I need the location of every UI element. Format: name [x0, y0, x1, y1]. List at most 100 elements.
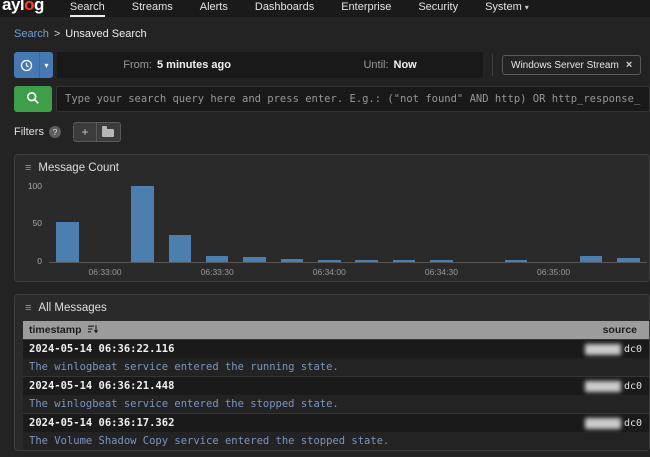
source-redacted-blur: [585, 418, 621, 429]
help-icon[interactable]: ?: [49, 126, 61, 138]
chart-bar-slot: [460, 185, 497, 262]
time-range-button[interactable]: ▾: [14, 52, 53, 78]
saved-filters-button[interactable]: [97, 122, 121, 142]
plus-icon: +: [81, 125, 88, 139]
chart-bar-slot: [161, 185, 198, 262]
chart-bar[interactable]: [393, 260, 415, 262]
chart-bar-slot: [423, 185, 460, 262]
panel-title: All Messages: [38, 302, 106, 314]
chart-bar-slot: [385, 185, 422, 262]
timestamp-cell: 2024-05-14 06:36:21.448: [23, 377, 585, 395]
chart-bar[interactable]: [243, 257, 265, 262]
close-icon[interactable]: ×: [626, 59, 632, 71]
panel-title: Message Count: [38, 162, 119, 174]
search-icon: [26, 91, 40, 108]
chart-bar[interactable]: [56, 222, 78, 262]
filter-buttons: +: [73, 122, 121, 142]
caret-down-icon: ▾: [525, 3, 529, 12]
chart-bar-slot: [610, 185, 647, 262]
from-value: 5 minutes ago: [157, 59, 231, 71]
stream-filter-label: Windows Server Stream: [511, 60, 619, 71]
source-value: dc0: [624, 344, 642, 355]
chart-bar-slot: [199, 185, 236, 262]
y-tick-label: 50: [33, 218, 42, 228]
all-messages-panel: ≡ All Messages timestamp source 2024-05-…: [14, 294, 650, 451]
nav-item-system-label: System: [485, 1, 522, 13]
chart-bar[interactable]: [355, 260, 377, 262]
all-messages-panel-header: ≡ All Messages: [15, 295, 649, 319]
search-button[interactable]: [14, 86, 52, 112]
drag-handle-icon[interactable]: ≡: [25, 302, 31, 314]
time-range-caret-button[interactable]: ▾: [39, 52, 53, 78]
table-row[interactable]: 2024-05-14 06:36:21.448 dc0 The winlogbe…: [23, 376, 649, 413]
table-row[interactable]: 2024-05-14 06:36:22.116 dc0 The winlogbe…: [23, 339, 649, 376]
chart-bar-slot: [572, 185, 609, 262]
until-value: Now: [394, 59, 417, 71]
from-label: From:: [123, 59, 152, 71]
chart-bar[interactable]: [169, 235, 191, 262]
breadcrumb-separator: >: [54, 28, 60, 40]
chart-bar[interactable]: [131, 186, 153, 262]
stream-filter-chip[interactable]: Windows Server Stream ×: [502, 55, 641, 75]
table-row[interactable]: 2024-05-14 06:36:17.362 dc0 The Volume S…: [23, 413, 649, 450]
nav-item-enterprise[interactable]: Enterprise: [341, 1, 391, 17]
nav-item-alerts[interactable]: Alerts: [200, 1, 228, 17]
chart-bar-slot: [498, 185, 535, 262]
source-redacted-blur: [585, 381, 621, 392]
chart-bar-slot: [124, 185, 161, 262]
nav-item-streams[interactable]: Streams: [132, 1, 173, 17]
chart-bar[interactable]: [580, 256, 602, 262]
chart-x-axis: 06:33:00 06:33:30 06:34:00 06:34:30 06:35:00: [49, 263, 647, 279]
chart-x-tick-label: 06:33:00: [89, 267, 122, 277]
timestamp-cell: 2024-05-14 06:36:17.362: [23, 414, 585, 432]
logo-text-suffix: g: [34, 0, 44, 14]
time-range-display[interactable]: From: 5 minutes ago Until: Now: [57, 52, 483, 78]
chart-x-tick-label: 06:35:00: [537, 267, 570, 277]
message-text: The winlogbeat service entered the stopp…: [23, 395, 649, 413]
search-query-input[interactable]: [56, 86, 650, 112]
top-navbar: aylog Search Streams Alerts Dashboards E…: [0, 0, 650, 17]
app-logo[interactable]: aylog: [2, 0, 44, 11]
chart-bar-slot: [311, 185, 348, 262]
chart-x-tick-label: 06:33:30: [201, 267, 234, 277]
chart-bar[interactable]: [430, 260, 452, 262]
nav-item-dashboards[interactable]: Dashboards: [255, 1, 314, 17]
until-label: Until:: [363, 59, 388, 71]
add-filter-button[interactable]: +: [73, 122, 97, 142]
breadcrumb-current: Unsaved Search: [65, 28, 146, 40]
column-header-source[interactable]: source: [603, 324, 637, 336]
column-header-timestamp[interactable]: timestamp: [29, 324, 98, 337]
breadcrumb: Search > Unsaved Search: [0, 17, 650, 44]
chart-bar[interactable]: [281, 259, 303, 262]
chart-bar[interactable]: [318, 260, 340, 262]
y-tick-label: 0: [37, 256, 42, 266]
message-count-panel: ≡ Message Count 100 50 0 06:33:00 06:33:3…: [14, 154, 650, 282]
chart-bar[interactable]: [206, 256, 228, 262]
chart-x-tick-label: 06:34:30: [425, 267, 458, 277]
chart-bar-slot: [49, 185, 86, 262]
y-tick-label: 100: [28, 181, 42, 191]
folder-icon: [102, 129, 114, 137]
chart-x-tick-label: 06:34:00: [313, 267, 346, 277]
chart-bar-slot: [348, 185, 385, 262]
clock-icon[interactable]: [14, 52, 39, 78]
sort-desc-icon: [87, 324, 98, 337]
nav-item-search[interactable]: Search: [70, 1, 105, 17]
chart-bar-slot: [86, 185, 123, 262]
nav-item-system[interactable]: System▾: [485, 1, 529, 17]
nav-item-security[interactable]: Security: [418, 1, 458, 17]
message-count-panel-header: ≡ Message Count: [15, 155, 649, 179]
chart-bar[interactable]: [505, 260, 527, 262]
chart-bar-slot: [535, 185, 572, 262]
timestamp-cell: 2024-05-14 06:36:22.116: [23, 340, 585, 358]
messages-table: timestamp source 2024-05-14 06:36:22.116…: [23, 321, 649, 450]
message-count-chart: 100 50 0 06:33:00 06:33:30 06:34:00 06:34:3…: [15, 179, 649, 281]
breadcrumb-search-link[interactable]: Search: [14, 28, 49, 40]
source-value: dc0: [624, 418, 642, 429]
drag-handle-icon[interactable]: ≡: [25, 162, 31, 174]
chart-bar[interactable]: [617, 258, 639, 262]
filters-label: Filters: [14, 126, 44, 138]
source-cell: dc0: [585, 377, 649, 395]
chart-bar-slot: [236, 185, 273, 262]
table-header: timestamp source: [23, 321, 649, 339]
